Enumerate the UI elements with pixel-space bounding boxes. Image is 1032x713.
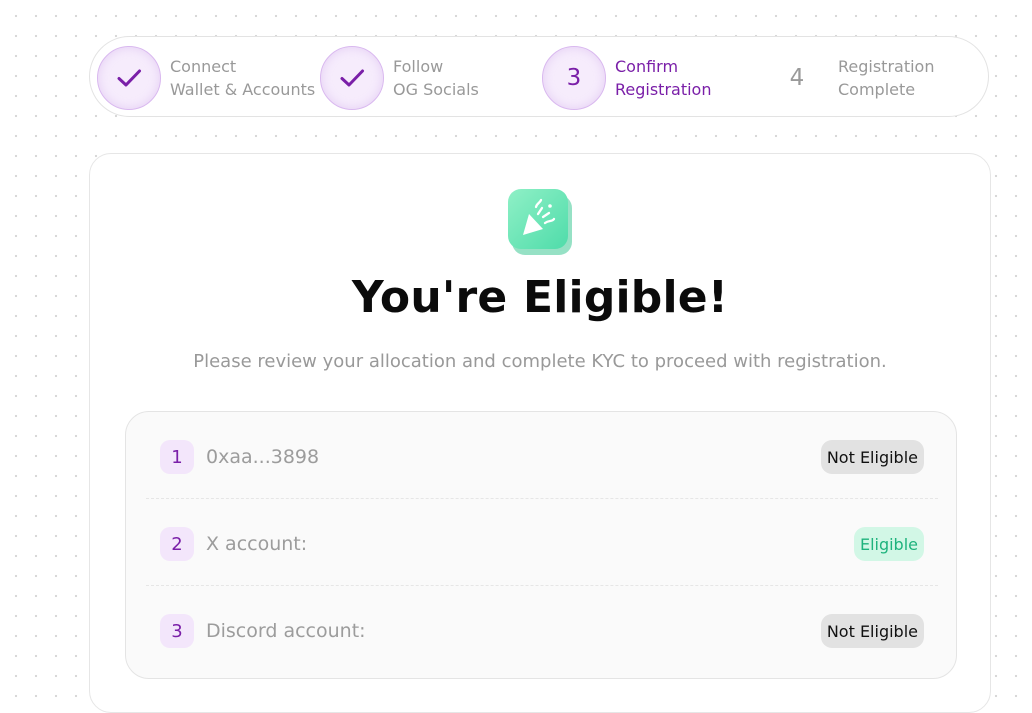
list-item: 3 Discord account: Not Eligible: [146, 590, 938, 672]
step-connect: Connect Wallet & Accounts: [97, 37, 315, 118]
eligibility-subtitle: Please review your allocation and comple…: [193, 351, 887, 372]
step-3-line1: Confirm: [615, 56, 679, 76]
status-badge: Eligible: [853, 527, 924, 561]
step-2-circle: [320, 45, 384, 110]
step-4-line2: Complete: [838, 79, 916, 99]
row-number-badge: 3: [160, 614, 194, 648]
step-4-circle: 4: [765, 46, 829, 110]
status-badge: Not Eligible: [820, 614, 924, 648]
step-1-line1: Connect: [170, 56, 237, 76]
step-2-line1: Follow: [393, 56, 444, 76]
step-4-number: 4: [789, 64, 805, 91]
eligibility-title: You're Eligible!: [351, 272, 729, 323]
eligibility-list: 1 0xaa...3898 Not Eligible 2 X account: …: [125, 411, 957, 679]
list-item: 2 X account: Eligible: [146, 503, 938, 586]
step-1-circle: [97, 45, 161, 110]
step-3-line2: Registration: [615, 79, 712, 99]
step-confirm: 3 Confirm Registration: [542, 37, 711, 118]
row-number-badge: 1: [160, 440, 194, 474]
step-2-label: Follow OG Socials: [393, 55, 479, 101]
step-3-label: Confirm Registration: [615, 55, 711, 101]
step-complete: 4 Registration Complete: [765, 37, 935, 118]
check-icon: [340, 69, 364, 86]
registration-stepper: Connect Wallet & Accounts Follow OG Soci…: [89, 36, 989, 117]
x-account-label: X account:: [206, 533, 308, 555]
step-follow: Follow OG Socials: [320, 37, 479, 118]
step-3-circle: 3: [542, 45, 606, 110]
check-icon: [117, 69, 141, 86]
step-4-line1: Registration: [838, 56, 935, 76]
list-item: 1 0xaa...3898 Not Eligible: [146, 416, 938, 499]
step-1-label: Connect Wallet & Accounts: [170, 55, 315, 101]
row-number-badge: 2: [160, 527, 194, 561]
discord-account-label: Discord account:: [206, 620, 366, 642]
step-4-label: Registration Complete: [838, 55, 934, 101]
party-popper-icon: [508, 189, 572, 255]
step-3-number: 3: [566, 64, 582, 91]
step-1-line2: Wallet & Accounts: [170, 79, 316, 99]
status-badge: Not Eligible: [820, 440, 924, 474]
step-2-line2: OG Socials: [393, 79, 479, 99]
eligibility-card: You're Eligible! Please review your allo…: [89, 153, 991, 713]
wallet-address: 0xaa...3898: [206, 446, 320, 468]
